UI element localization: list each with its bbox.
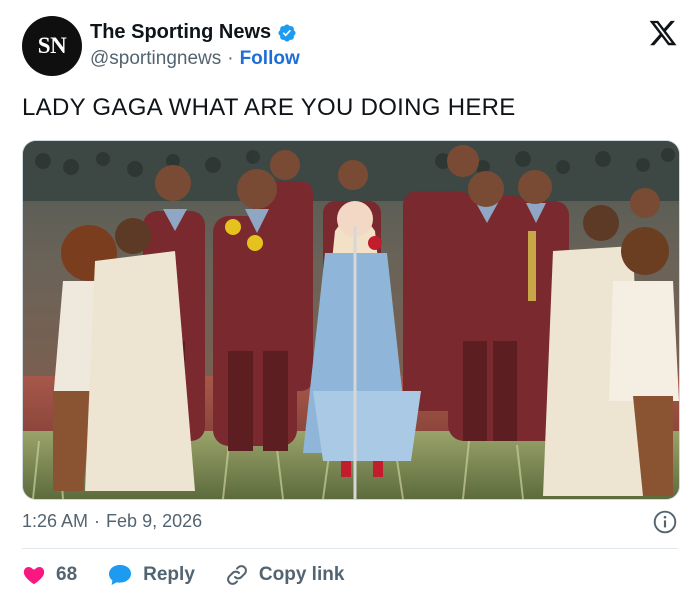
timestamp[interactable]: 1:26 AM · Feb 9, 2026 <box>22 511 202 532</box>
link-icon <box>226 565 247 585</box>
display-name[interactable]: The Sporting News <box>90 21 271 44</box>
heart-icon <box>23 567 45 585</box>
copy-link-button[interactable]: Copy link <box>225 563 345 587</box>
like-button[interactable]: 68 <box>22 563 77 587</box>
tweet-time: 1:26 AM <box>22 511 89 531</box>
account-name-row[interactable]: The Sporting News <box>90 21 297 44</box>
action-bar: 68 Reply Copy link <box>22 560 374 590</box>
divider <box>22 548 678 549</box>
x-logo-icon[interactable] <box>648 18 678 48</box>
handle[interactable]: @sportingnews <box>90 48 221 70</box>
reply-button[interactable]: Reply <box>107 563 195 587</box>
avatar[interactable]: SN <box>22 16 82 76</box>
follow-button[interactable]: Follow <box>240 48 300 70</box>
handle-row: @sportingnews · Follow <box>90 48 300 70</box>
reply-bubble-icon <box>109 565 132 585</box>
avatar-text: SN <box>37 33 67 58</box>
tweet-date: Feb 9, 2026 <box>106 511 203 531</box>
performance-scene-image <box>23 141 679 499</box>
tweet-image[interactable] <box>22 140 680 500</box>
info-icon[interactable] <box>652 509 678 535</box>
timestamp-separator: · <box>94 511 101 531</box>
like-count: 68 <box>56 564 78 585</box>
separator: · <box>227 48 234 69</box>
reply-label: Reply <box>143 564 195 585</box>
tweet-text: LADY GAGA WHAT ARE YOU DOING HERE <box>22 94 516 121</box>
copy-link-label: Copy link <box>258 564 345 585</box>
verified-badge-icon <box>278 23 296 42</box>
